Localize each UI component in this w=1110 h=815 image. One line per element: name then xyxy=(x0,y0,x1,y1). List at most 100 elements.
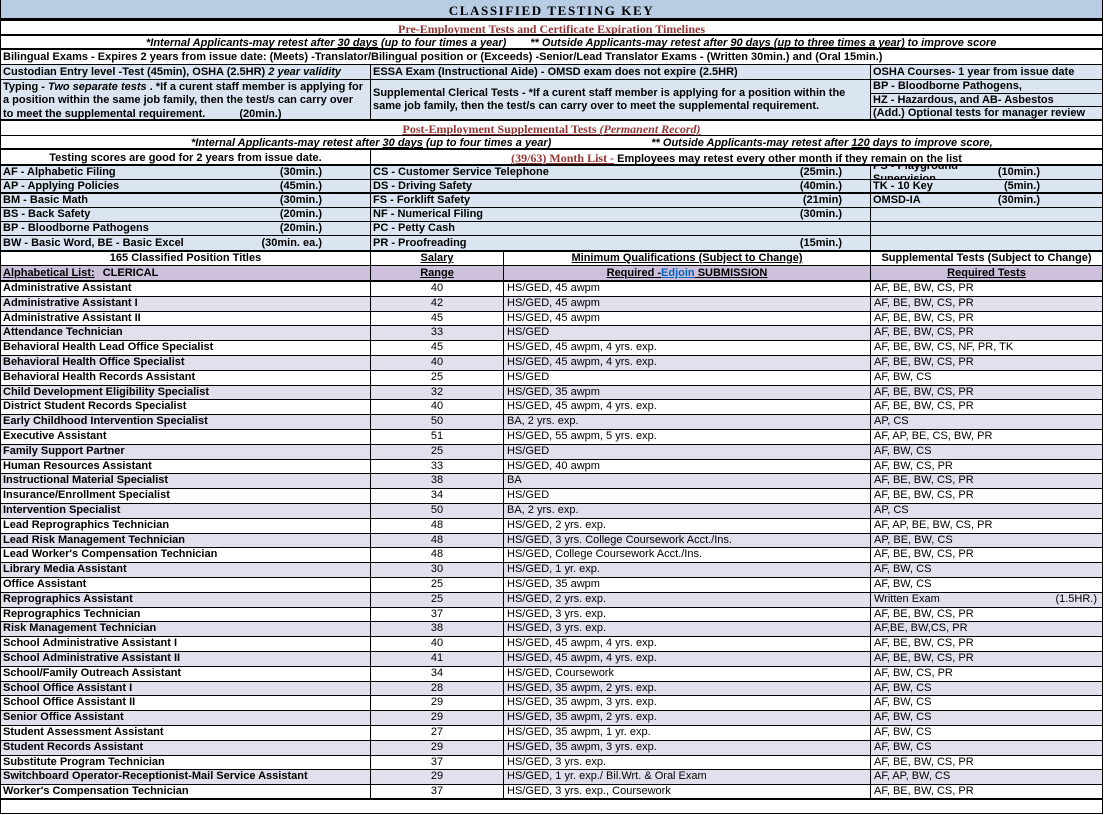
table-row: Administrative Assistant40HS/GED, 45 awp… xyxy=(1,282,1102,297)
test-name: PR - Proofreading xyxy=(373,237,467,250)
required-prefix: Required - xyxy=(607,267,661,279)
bilingual-label: Bilingual Exams xyxy=(3,51,88,63)
salary-range: 40 xyxy=(371,282,504,296)
salary-range: 48 xyxy=(371,548,504,562)
test-key-cell: NF - Numerical Filing(30min.) xyxy=(371,208,871,221)
position-title: Insurance/Enrollment Specialist xyxy=(1,489,371,503)
minimum-qualifications: HS/GED, 45 awpm, 4 yrs. exp. xyxy=(504,400,871,414)
custodian-text: Custodian Entry level -Test (45min), OSH… xyxy=(3,66,265,78)
salary-range: 34 xyxy=(371,489,504,503)
bilingual-text: - Expires 2 years from issue date: (Meet… xyxy=(88,51,882,63)
position-title: School Office Assistant II xyxy=(1,696,371,710)
table-row: Library Media Assistant30HS/GED, 1 yr. e… xyxy=(1,563,1102,578)
retest-days-underline: 90 days (up to three times a year) xyxy=(730,37,904,49)
minimum-qualifications: HS/GED, 45 awpm, 4 yrs. exp. xyxy=(504,652,871,666)
test-duration: (25min.) xyxy=(800,166,842,179)
bilingual-exams-note: Bilingual Exams - Expires 2 years from i… xyxy=(1,50,1102,65)
osha-bp-line: BP - Bloodborne Pathogens, xyxy=(871,80,1102,94)
position-title: Administrative Assistant xyxy=(1,282,371,296)
table-row: Intervention Specialist50BA, 2 yrs. exp.… xyxy=(1,504,1102,519)
pre-employment-section-heading: Pre-Employment Tests and Certificate Exp… xyxy=(1,21,1102,36)
positions-table-header: 165 Classified Position Titles Salary Mi… xyxy=(1,252,1102,266)
table-row: Reprographics Assistant25HS/GED, 2 yrs. … xyxy=(1,593,1102,608)
month-list-note: (39/63) Month List - Employees may retes… xyxy=(371,150,1102,166)
table-row: Executive Assistant51HS/GED, 55 awpm, 5 … xyxy=(1,430,1102,445)
month-list-text: Employees may retest every other month i… xyxy=(614,153,962,165)
required-tests: AF, BE, BW, CS, PR xyxy=(871,282,1102,296)
position-title: Behavioral Health Office Specialist xyxy=(1,356,371,370)
salary-range: 51 xyxy=(371,430,504,444)
salary-range: 29 xyxy=(371,711,504,725)
header-position-titles: 165 Classified Position Titles xyxy=(1,252,371,265)
position-title: Administrative Assistant I xyxy=(1,297,371,311)
position-title: Senior Office Assistant xyxy=(1,711,371,725)
position-title: Administrative Assistant II xyxy=(1,312,371,326)
salary-range: 40 xyxy=(371,400,504,414)
required-tests: AF, BE, BW, CS, PR xyxy=(871,489,1102,503)
required-tests: AF, BE, BW, CS, PR xyxy=(871,637,1102,651)
required-tests-cell: Required Tests xyxy=(871,266,1102,280)
test-duration: (45min.) xyxy=(280,180,322,192)
outside-applicants-note: ** Outside Applicants-may retest after 9… xyxy=(530,36,996,48)
retest-days-underline: 120 xyxy=(851,137,869,149)
minimum-qualifications: HS/GED, 35 awpm, 3 yrs. exp. xyxy=(504,741,871,755)
minimum-qualifications: HS/GED, Coursework xyxy=(504,667,871,681)
table-row: Early Childhood Intervention Specialist5… xyxy=(1,415,1102,430)
test-name: DS - Driving Safety xyxy=(373,180,472,192)
table-row: Administrative Assistant II45HS/GED, 45 … xyxy=(1,312,1102,327)
position-title: Library Media Assistant xyxy=(1,563,371,577)
test-key-cell: AP - Applying Policies(45min.) xyxy=(1,180,371,192)
test-duration: (15min.) xyxy=(800,237,842,250)
position-title: Student Records Assistant xyxy=(1,741,371,755)
required-tests: AF, BW, CS, PR xyxy=(871,460,1102,474)
salary-range: 30 xyxy=(371,563,504,577)
header-salary-text: Salary xyxy=(420,252,453,264)
position-title: Student Assessment Assistant xyxy=(1,726,371,740)
minimum-qualifications: HS/GED, 35 awpm, 2 yrs. exp. xyxy=(504,711,871,725)
test-key-cell: OMSD-IA(30min.) xyxy=(871,194,1102,207)
retest-text: ** Outside Applicants-may retest after xyxy=(651,137,851,149)
table-row: School Office Assistant I28HS/GED, 35 aw… xyxy=(1,682,1102,697)
position-title: Attendance Technician xyxy=(1,326,371,340)
required-tests: AF, BE, BW, CS, PR xyxy=(871,312,1102,326)
custodian-line: Custodian Entry level -Test (45min), OSH… xyxy=(1,65,370,80)
position-title: Family Support Partner xyxy=(1,445,371,459)
salary-range: 37 xyxy=(371,756,504,770)
table-row: Switchboard Operator-Receptionist-Mail S… xyxy=(1,770,1102,785)
test-name: TK - 10 Key xyxy=(873,180,933,192)
minimum-qualifications: HS/GED xyxy=(504,326,871,340)
retest-text: *Internal Applicants-may retest after xyxy=(191,137,383,149)
position-title: Substitute Program Technician xyxy=(1,756,371,770)
retest-text: days to improve score, xyxy=(870,137,993,149)
position-title: School Administrative Assistant II xyxy=(1,652,371,666)
post-heading-main: Post-Employment Supplemental Tests xyxy=(402,122,599,136)
post-employment-section-heading: Post-Employment Supplemental Tests (Perm… xyxy=(1,121,1102,136)
range-header-cell: Range xyxy=(371,266,504,280)
table-row: District Student Records Specialist40HS/… xyxy=(1,400,1102,415)
table-row: Office Assistant25HS/GED, 35 awpmAF, BW,… xyxy=(1,578,1102,593)
test-duration: (10min.) xyxy=(998,166,1040,179)
table-row: Attendance Technician33HS/GEDAF, BE, BW,… xyxy=(1,326,1102,341)
required-tests: AP, CS xyxy=(871,504,1102,518)
table-row: Student Assessment Assistant27HS/GED, 35… xyxy=(1,726,1102,741)
salary-range: 50 xyxy=(371,415,504,429)
table-row: Student Records Assistant29HS/GED, 35 aw… xyxy=(1,741,1102,756)
edjoin-link[interactable]: Edjoin xyxy=(661,267,695,279)
table-row: Behavioral Health Office Specialist40HS/… xyxy=(1,356,1102,371)
salary-range: 40 xyxy=(371,637,504,651)
test-key-cell: FS - Forklift Safety(21min) xyxy=(371,194,871,207)
typing-note: Typing - Two separate tests . *If a cure… xyxy=(1,80,370,119)
table-row: School Administrative Assistant I40HS/GE… xyxy=(1,637,1102,652)
minimum-qualifications: HS/GED, 35 awpm, 2 yrs. exp. xyxy=(504,682,871,696)
salary-range: 40 xyxy=(371,356,504,370)
required-tests: AP, CS xyxy=(871,415,1102,429)
position-title: Behavioral Health Lead Office Specialist xyxy=(1,341,371,355)
test-name: BS - Back Safety xyxy=(3,208,90,221)
salary-range: 25 xyxy=(371,578,504,592)
minimum-qualifications: HS/GED, 45 awpm, 4 yrs. exp. xyxy=(504,637,871,651)
salary-range: 29 xyxy=(371,696,504,710)
test-key-cell: TK - 10 Key(5min.) xyxy=(871,180,1102,192)
position-title: School Administrative Assistant I xyxy=(1,637,371,651)
test-key-cell: PC - Petty Cash xyxy=(371,222,871,235)
retest-text: *Internal Applicants-may retest after xyxy=(146,37,338,49)
